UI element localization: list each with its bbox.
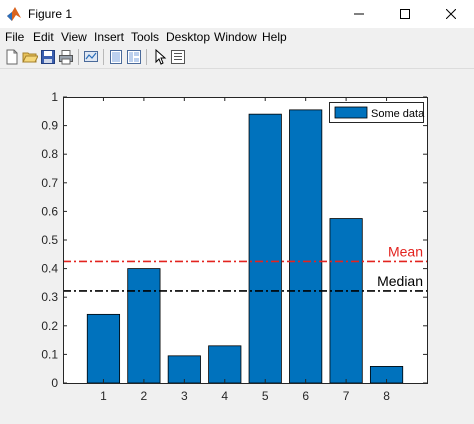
x-tick-label: 6 (302, 389, 309, 403)
legend-swatch (334, 106, 368, 119)
y-tick-label: 0.1 (41, 347, 58, 361)
y-tick-label: 0.2 (41, 319, 58, 333)
y-tick-label: 0.8 (41, 147, 58, 161)
y-tick-label: 1 (51, 90, 58, 104)
save-icon[interactable] (40, 49, 56, 65)
legend-label: Some data (371, 108, 425, 120)
menu-insert[interactable]: Insert (94, 30, 124, 44)
property-inspector-icon[interactable] (170, 49, 186, 65)
y-tick-label: 0.3 (41, 290, 58, 304)
hide-plot-tools-icon[interactable] (108, 49, 124, 65)
x-tick-label: 2 (141, 389, 148, 403)
y-tick-label: 0.7 (41, 176, 58, 190)
toolbar-separator (78, 49, 79, 65)
x-tick-label: 4 (221, 389, 228, 403)
legend[interactable]: Some data (329, 102, 426, 123)
bar (127, 268, 161, 384)
x-tick-label: 8 (383, 389, 390, 403)
link-plot-icon[interactable] (83, 49, 99, 65)
pointer-icon[interactable] (152, 49, 168, 65)
bar (248, 113, 282, 384)
bar (289, 109, 323, 384)
x-tick-label: 5 (262, 389, 269, 403)
matlab-app-icon (7, 7, 21, 21)
x-tick-label: 7 (343, 389, 350, 403)
maximize-icon (400, 9, 410, 19)
close-button[interactable] (428, 0, 474, 28)
bar (329, 218, 363, 384)
menu-file[interactable]: File (5, 30, 24, 44)
median-label: Median (377, 273, 423, 289)
menu-bar: File Edit View Insert Tools Desktop Wind… (0, 28, 474, 46)
window-title: Figure 1 (28, 7, 73, 21)
menu-window[interactable]: Window (214, 30, 257, 44)
new-figure-icon[interactable] (4, 49, 20, 65)
y-tick-label: 0.4 (41, 262, 58, 276)
close-icon (446, 9, 456, 19)
menu-edit[interactable]: Edit (33, 30, 54, 44)
y-tick-label: 0.9 (41, 119, 58, 133)
y-tick-label: 0.5 (41, 233, 58, 247)
menu-view[interactable]: View (61, 30, 87, 44)
menu-desktop[interactable]: Desktop (166, 30, 210, 44)
mean-label: Mean (388, 243, 423, 259)
toolbar-separator (103, 49, 104, 65)
print-icon[interactable] (58, 49, 74, 65)
bar (86, 313, 121, 384)
toolbar-separator (146, 49, 147, 65)
show-plot-tools-icon[interactable] (126, 49, 142, 65)
maximize-button[interactable] (382, 0, 428, 28)
minimize-button[interactable] (336, 0, 382, 28)
minimize-icon (354, 13, 364, 15)
menu-help[interactable]: Help (262, 30, 287, 44)
y-tick-label: 0.6 (41, 204, 58, 218)
open-file-icon[interactable] (22, 49, 38, 65)
menu-tools[interactable]: Tools (131, 30, 159, 44)
y-tick-label: 0 (51, 376, 58, 390)
window-title-bar: Figure 1 (0, 0, 474, 29)
bar (208, 345, 242, 384)
x-tick-label: 3 (181, 389, 188, 403)
figure-toolbar (0, 46, 474, 69)
x-tick-label: 1 (100, 389, 107, 403)
bar (167, 355, 201, 384)
bar-chart: Mean Median 0 0.1 0.2 0.3 0.4 0.5 0.6 0.7 0.8 0.9 1… (41, 90, 428, 403)
